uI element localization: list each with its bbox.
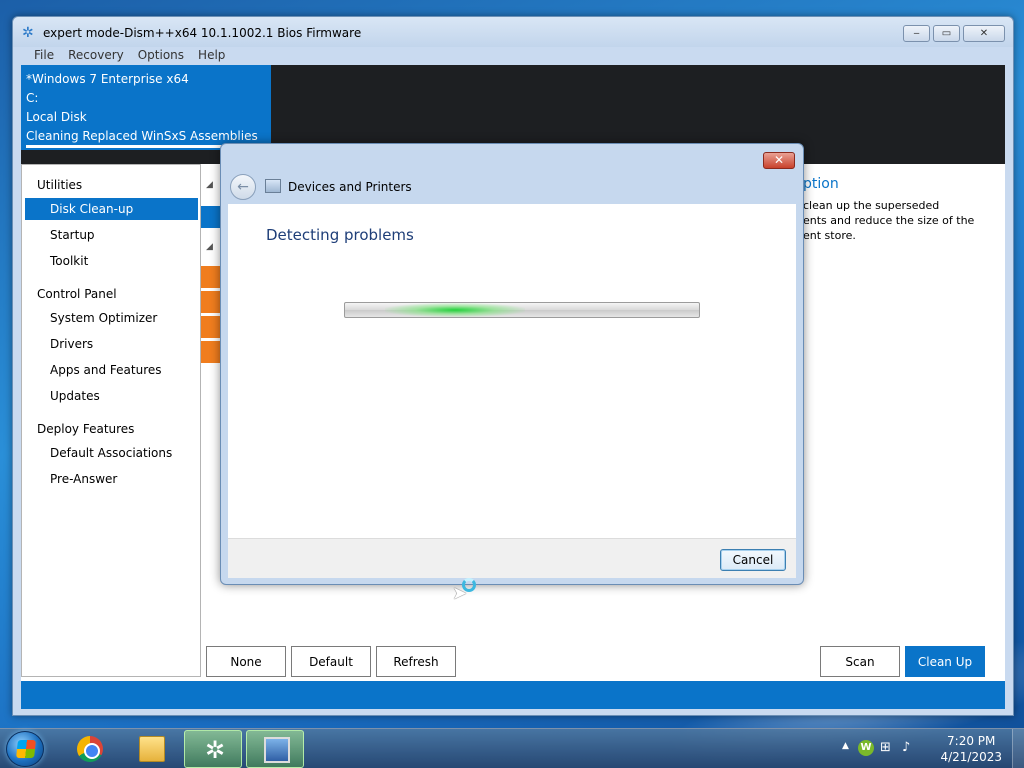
- clock-time: 7:20 PM: [947, 734, 996, 748]
- refresh-button[interactable]: Refresh: [376, 646, 456, 677]
- window-titlebar[interactable]: ✲ expert mode-Dism++x64 10.1.1002.1 Bios…: [13, 17, 1013, 47]
- sidebar-item-drivers[interactable]: Drivers: [22, 331, 200, 357]
- sidebar-group-utilities: Utilities: [37, 178, 83, 192]
- clock[interactable]: 7:20 PM 4/21/2023: [940, 733, 1002, 765]
- window-title: expert mode-Dism++x64 10.1.1002.1 Bios F…: [43, 26, 362, 40]
- taskbar-dism[interactable]: ✲: [184, 730, 242, 768]
- menu-options[interactable]: Options: [131, 47, 191, 65]
- remote-monitor-icon: [264, 737, 290, 763]
- taskbar-chrome[interactable]: [60, 730, 118, 768]
- dialog-heading: Detecting problems: [266, 226, 414, 244]
- menu-file[interactable]: File: [27, 47, 61, 65]
- default-button[interactable]: Default: [291, 646, 371, 677]
- tree-row-marker[interactable]: [201, 291, 221, 313]
- sidebar-group-deploy-features: Deploy Features: [37, 422, 135, 436]
- sidebar-group-control-panel: Control Panel: [37, 287, 117, 301]
- taskbar-explorer[interactable]: [122, 730, 180, 768]
- menu-recovery[interactable]: Recovery: [61, 47, 131, 65]
- item-description: ption clean up the superseded ents and r…: [803, 176, 1003, 243]
- mouse-pointer-icon: ➤: [452, 583, 468, 604]
- clean-up-button[interactable]: Clean Up: [905, 646, 985, 677]
- troubleshooter-dialog: ✕ ← Devices and Printers Detecting probl…: [220, 143, 804, 585]
- drive-letter: C:: [26, 91, 39, 105]
- devices-printers-icon: [265, 179, 281, 193]
- tree-row-marker[interactable]: [201, 266, 221, 288]
- network-icon[interactable]: ⊞: [880, 740, 896, 756]
- dism-gear-icon: ✲: [22, 25, 34, 41]
- show-desktop-button[interactable]: [1012, 729, 1024, 768]
- system-tray: ▲ W ⊞ ♪ 7:20 PM 4/21/2023: [834, 729, 1024, 768]
- scan-button[interactable]: Scan: [820, 646, 900, 677]
- menu-bar: File Recovery Options Help: [27, 47, 232, 65]
- menu-help[interactable]: Help: [191, 47, 232, 65]
- sidebar-item-toolkit[interactable]: Toolkit: [22, 248, 200, 274]
- tree-expand-icon[interactable]: ◢: [206, 242, 213, 252]
- back-arrow-icon[interactable]: ←: [230, 174, 256, 200]
- minimize-button[interactable]: ‒: [903, 25, 930, 42]
- action-buttons: Scan Clean Up: [820, 646, 985, 677]
- tree-row-marker[interactable]: [201, 341, 221, 363]
- maximize-button[interactable]: ▭: [933, 25, 960, 42]
- taskbar: ✲ ▲ W ⊞ ♪ 7:20 PM 4/21/2023: [0, 728, 1024, 768]
- tray-app-icon[interactable]: W: [858, 740, 874, 756]
- disk-type: Local Disk: [26, 110, 87, 124]
- cancel-button[interactable]: Cancel: [720, 549, 786, 571]
- description-line: ents and reduce the size of the: [803, 214, 975, 227]
- description-line: ent store.: [803, 229, 856, 242]
- window-controls: ‒ ▭ ✕: [903, 25, 1005, 42]
- tree-selected-row[interactable]: [201, 206, 221, 228]
- sidebar: Utilities Disk Clean-up Startup Toolkit …: [21, 164, 201, 677]
- show-hidden-icons-icon[interactable]: ▲: [842, 741, 849, 751]
- volume-icon[interactable]: ♪: [902, 740, 918, 756]
- sidebar-item-default-associations[interactable]: Default Associations: [22, 440, 200, 466]
- selection-buttons: None Default Refresh: [206, 646, 456, 677]
- clock-date: 4/21/2023: [940, 750, 1002, 764]
- sidebar-item-pre-answer[interactable]: Pre-Answer: [22, 466, 200, 492]
- status-bar: [21, 681, 1005, 709]
- progress-glow: [385, 303, 525, 317]
- sidebar-item-disk-cleanup[interactable]: Disk Clean-up: [25, 198, 198, 220]
- image-info-panel[interactable]: *Windows 7 Enterprise x64 C: Local Disk …: [21, 65, 271, 150]
- os-name: *Windows 7 Enterprise x64: [26, 72, 189, 86]
- chrome-icon: [77, 736, 103, 762]
- description-title: ption: [803, 176, 839, 192]
- sidebar-item-startup[interactable]: Startup: [22, 222, 200, 248]
- taskbar-troubleshooter[interactable]: [246, 730, 304, 768]
- sidebar-item-apps-features[interactable]: Apps and Features: [22, 357, 200, 383]
- sidebar-item-updates[interactable]: Updates: [22, 383, 200, 409]
- dialog-breadcrumb: Devices and Printers: [288, 180, 412, 194]
- marquee-progress-bar: [344, 302, 700, 318]
- sidebar-item-system-optimizer[interactable]: System Optimizer: [22, 305, 200, 331]
- none-button[interactable]: None: [206, 646, 286, 677]
- close-button[interactable]: ✕: [963, 25, 1005, 42]
- file-explorer-icon: [139, 736, 165, 762]
- windows-logo-icon: [16, 740, 36, 758]
- tree-row-marker[interactable]: [201, 316, 221, 338]
- dialog-footer: Cancel: [228, 538, 796, 578]
- dism-gear-icon: ✲: [204, 736, 226, 764]
- start-button[interactable]: [6, 731, 44, 767]
- tree-expand-icon[interactable]: ◢: [206, 180, 213, 190]
- description-line: clean up the superseded: [803, 199, 940, 212]
- dialog-close-button[interactable]: ✕: [763, 152, 795, 169]
- dialog-body: Detecting problems: [228, 204, 796, 538]
